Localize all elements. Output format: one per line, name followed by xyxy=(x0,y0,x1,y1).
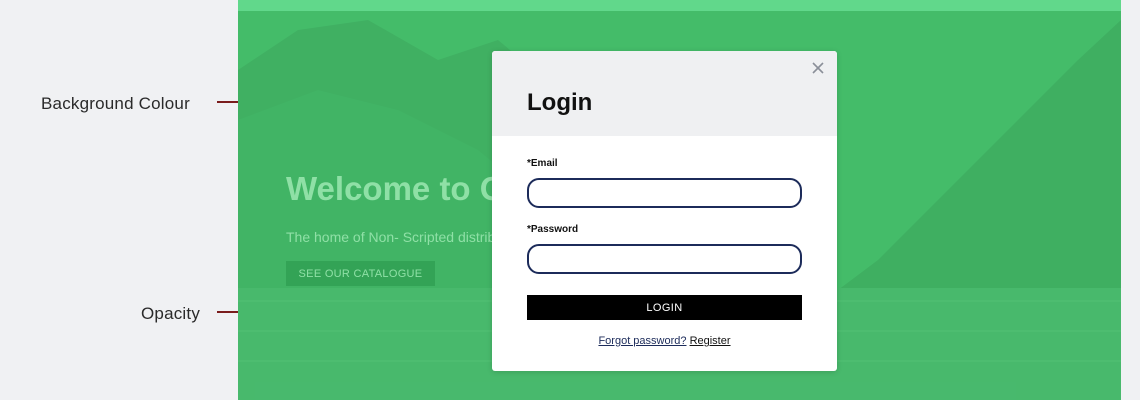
page-preview: Welcome to O The home of Non- Scripted d… xyxy=(238,0,1121,400)
hero-subtitle: The home of Non- Scripted distrib xyxy=(286,229,496,245)
background-colour-annotation: Background Colour xyxy=(41,94,190,113)
forgot-password-link[interactable]: Forgot password? xyxy=(598,335,686,347)
email-label: *Email xyxy=(527,158,558,169)
password-field[interactable] xyxy=(527,244,802,274)
modal-header: Login xyxy=(492,51,837,136)
modal-title: Login xyxy=(527,89,593,116)
email-field[interactable] xyxy=(527,178,802,208)
top-bar xyxy=(238,0,1121,11)
password-label: *Password xyxy=(527,224,579,235)
hero-title: Welcome to O xyxy=(286,170,506,207)
login-button[interactable]: LOGIN xyxy=(527,295,802,320)
close-icon[interactable] xyxy=(811,61,825,75)
see-catalogue-button[interactable]: SEE OUR CATALOGUE xyxy=(286,261,435,286)
register-link[interactable]: Register xyxy=(690,335,731,347)
login-modal: Login *Email *Password LOGIN Forgot pass… xyxy=(492,51,837,371)
opacity-annotation: Opacity xyxy=(141,304,201,323)
auth-links: Forgot password? Register xyxy=(492,335,837,347)
